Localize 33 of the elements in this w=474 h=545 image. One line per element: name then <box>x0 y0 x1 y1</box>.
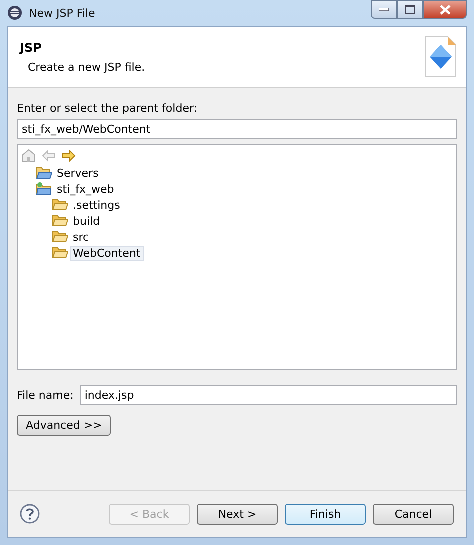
forward-arrow-icon[interactable] <box>62 150 76 162</box>
folder-icon <box>52 198 68 212</box>
help-icon[interactable] <box>20 504 40 524</box>
folder-icon <box>52 230 68 244</box>
window-title: New JSP File <box>29 6 96 20</box>
parent-folder-field[interactable]: sti_fx_web/WebContent <box>17 119 457 139</box>
tree-item[interactable]: build <box>71 214 102 228</box>
page-title: JSP <box>20 40 43 54</box>
close-icon <box>440 4 450 14</box>
folder-icon <box>52 214 68 228</box>
page-description: Create a new JSP file. <box>27 60 146 74</box>
project-icon <box>36 182 52 196</box>
tree-item[interactable]: WebContent <box>71 246 143 260</box>
folder-icon <box>36 166 52 180</box>
file-name-field[interactable]: index.jsp <box>80 385 457 405</box>
parent-folder-label: Enter or select the parent folder: <box>17 102 198 115</box>
tree-item[interactable]: .settings <box>71 198 122 212</box>
tree-item[interactable]: src <box>71 230 92 244</box>
tree-item[interactable]: sti_fx_web <box>55 182 116 196</box>
minimize-icon <box>379 8 389 12</box>
maximize-icon <box>405 5 415 14</box>
dialog-button[interactable]: Next > <box>197 504 278 524</box>
folder-icon <box>52 246 68 260</box>
minimize-button[interactable] <box>371 0 397 19</box>
file-name-label: File name: <box>17 388 74 402</box>
dialog-button[interactable]: Finish <box>285 504 366 524</box>
tree-item[interactable]: Servers <box>55 166 101 180</box>
file-icon <box>424 36 458 78</box>
maximize-button[interactable] <box>397 0 423 19</box>
advanced-button[interactable]: Advanced >> <box>17 415 112 436</box>
eclipse-icon <box>7 5 23 21</box>
dialog-button[interactable]: Cancel <box>373 504 454 524</box>
close-button[interactable] <box>423 0 467 19</box>
